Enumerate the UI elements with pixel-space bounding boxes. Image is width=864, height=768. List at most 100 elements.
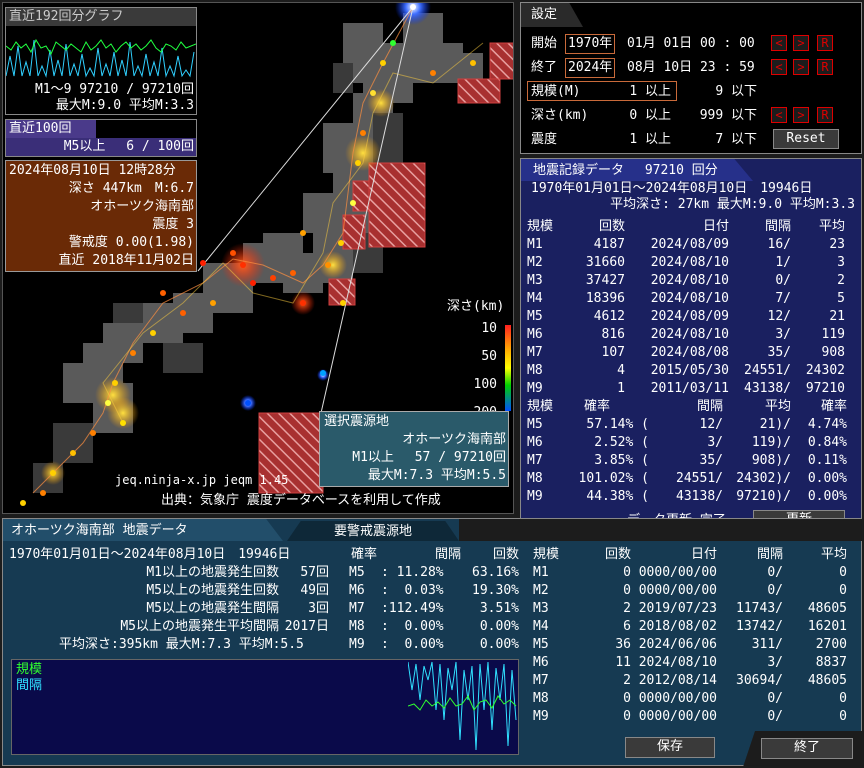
records-cell: 18396 [585,291,625,306]
quake-dot[interactable] [410,4,416,10]
quake-dot[interactable] [230,250,236,256]
region-table-cell: 3/ [767,655,783,670]
map-credit: jeq.ninja-x.jp jeqm 1.45 [115,473,289,487]
quake-dot[interactable] [130,350,136,356]
quake-dot[interactable] [325,262,331,268]
start-year-field[interactable]: 1970年 [565,34,616,54]
reset-button[interactable]: Reset [773,129,839,149]
end-next-button[interactable]: > [793,59,809,75]
start-reset-button[interactable]: R [817,35,833,51]
quake-dot[interactable] [350,200,356,206]
quake-dot[interactable] [240,262,246,268]
end-datetime-field[interactable]: 08月 10日 23 : 59 [627,60,755,76]
quake-dot[interactable] [245,400,251,406]
region-table-cell: M3 [533,601,549,616]
quake-dot[interactable] [290,270,296,276]
depth-prev-button[interactable]: < [771,107,787,123]
records-cell: 97210 [805,381,845,396]
start-label: 開始 [531,36,558,51]
quake-dot[interactable] [340,300,346,306]
quake-dot[interactable] [120,420,126,426]
records-average: 平均深さ: 27km 最大M:9.0 平均M:3.3 [610,197,855,212]
region-prob-cell: M5 [349,565,365,580]
quake-dot[interactable] [105,400,111,406]
region-chart [408,661,517,751]
end-reset-button[interactable]: R [817,59,833,75]
start-prev-button[interactable]: < [771,35,787,51]
quake-dot[interactable] [50,470,56,476]
warning-tab-label[interactable]: 要警戒震源地 [287,524,459,540]
depth-max-field[interactable]: 999 以下 [681,108,757,124]
region-table-cell: 8837 [815,655,847,670]
region-prob-header: 回数 [492,547,519,562]
region-table-cell: 0/ [767,583,783,598]
settings-panel: 設定 開始 1970年 01月 01日 00 : 00 < > R 終了 202… [520,2,862,154]
region-prob-cell: 19.30% [472,583,519,598]
region-table-header: 規模 [533,547,560,562]
quake-dot[interactable] [370,90,376,96]
region-table-cell: 0000/00/00 [638,691,717,706]
quake-dot[interactable] [390,40,396,46]
records-cell: 2024/08/10 [650,255,729,270]
probability-cell: 2.52% ( [594,435,649,450]
selected-name: オホーツク海南部 [402,432,506,447]
quake-dot[interactable] [355,160,361,166]
region-table-cell: 0 [839,709,847,724]
quake-dot[interactable] [360,130,366,136]
quake-dot[interactable] [180,310,186,316]
quake-dot[interactable] [200,260,206,266]
intensity-min-field[interactable]: 1 以上 [601,132,671,148]
probability-cell: 0.00% [807,489,847,504]
region-table-header: 平均 [820,547,847,562]
quake-dot[interactable] [380,60,386,66]
quake-dot[interactable] [250,280,256,286]
quake-dot[interactable] [210,300,216,306]
region-stat-label: M5以上の地震発生平均間隔 [120,619,279,634]
quake-dot[interactable] [112,380,118,386]
quake-dot[interactable] [338,240,344,246]
quake-dot[interactable] [470,60,476,66]
region-table-cell: 0000/00/00 [638,565,717,580]
start-next-button[interactable]: > [793,35,809,51]
quake-dot[interactable] [40,490,46,496]
latest-region: オホーツク海南部 [90,199,194,214]
region-tab-label[interactable]: オホーツク海南部 地震データ [11,523,188,539]
region-prob-cell: : 11.28% [381,565,444,580]
start-datetime-field[interactable]: 01月 01日 00 : 00 [627,36,755,52]
end-prev-button[interactable]: < [771,59,787,75]
quake-dot[interactable] [300,230,306,236]
quake-dot[interactable] [160,290,166,296]
records-cell: M4 [527,291,543,306]
quake-dot[interactable] [20,500,26,506]
records-panel: 地震記録データ 97210 回分 1970年01月01日～2024年08月10日… [520,158,862,536]
end-year-field[interactable]: 2024年 [565,58,616,78]
records-header-cell: 回数 [598,219,625,234]
depth-next-button[interactable]: > [793,107,809,123]
region-prob-cell: 0.00% [472,637,519,652]
epicenter-map[interactable]: 深さ(km) 10 50 100 200 jeq.ninja-x.jp jeqm… [2,2,514,514]
scale-max-field[interactable]: 9 以下 [681,84,757,100]
quake-dot[interactable] [150,330,156,336]
records-cell: 119 [821,327,845,342]
region-table-cell: 2 [623,673,631,688]
quake-dot[interactable] [270,275,276,281]
region-table-cell: M2 [533,583,549,598]
depth-min-field[interactable]: 0 以上 [601,108,671,124]
quake-dot[interactable] [430,70,436,76]
quake-dot[interactable] [300,300,306,306]
quake-dot[interactable] [90,430,96,436]
selected-stats: 最大M:7.3 平均M:5.5 [367,468,506,483]
save-button[interactable]: 保存 [625,737,715,758]
quake-dot[interactable] [320,370,326,376]
depth-reset-button[interactable]: R [817,107,833,123]
records-cell: 2024/08/09 [650,309,729,324]
scale-min-field[interactable]: 1 以上 [601,84,671,100]
end-label: 終了 [531,60,558,75]
quake-dot[interactable] [70,450,76,456]
region-table-cell: 11 [615,655,631,670]
records-cell: M6 [527,327,543,342]
intensity-max-field[interactable]: 7 以下 [681,132,757,148]
region-table-cell: 2024/06/06 [638,637,717,652]
exit-button[interactable]: 終了 [761,738,853,759]
records-cell: 2011/03/11 [650,381,729,396]
